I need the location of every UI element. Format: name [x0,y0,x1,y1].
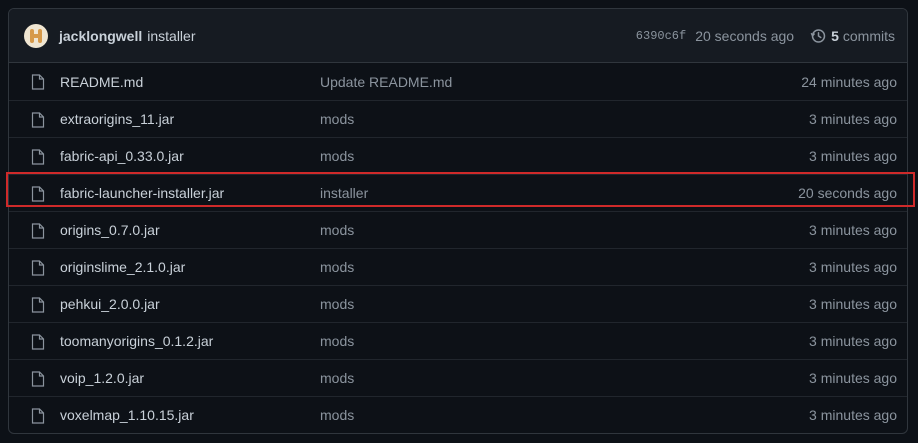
file-row[interactable]: toomanyorigins_0.1.2.jar mods 3 minutes … [9,322,907,359]
commits-link[interactable]: 5 commits [810,28,895,44]
file-row[interactable]: voxelmap_1.10.15.jar mods 3 minutes ago [9,396,907,433]
file-commit-age: 3 minutes ago [809,296,897,312]
latest-commit-bar: jacklongwell installer 6390c6f 20 second… [9,9,907,63]
file-row[interactable]: origins_0.7.0.jar mods 3 minutes ago [9,211,907,248]
file-name-link[interactable]: fabric-api_0.33.0.jar [60,148,184,164]
file-commit-message-link[interactable]: mods [320,148,354,164]
file-icon [31,260,45,276]
file-name-link[interactable]: extraorigins_11.jar [60,111,174,127]
file-commit-message-link[interactable]: mods [320,111,354,127]
file-name-link[interactable]: voip_1.2.0.jar [60,370,144,386]
file-row[interactable]: pehkui_2.0.0.jar mods 3 minutes ago [9,285,907,322]
commit-sha-link[interactable]: 6390c6f [636,29,686,43]
file-browser: jacklongwell installer 6390c6f 20 second… [8,8,908,434]
file-icon [31,74,45,90]
file-icon [31,334,45,350]
file-name-link[interactable]: toomanyorigins_0.1.2.jar [60,333,213,349]
file-commit-message-link[interactable]: mods [320,333,354,349]
file-row[interactable]: fabric-api_0.33.0.jar mods 3 minutes ago [9,137,907,174]
file-name-link[interactable]: README.md [60,74,143,90]
file-icon [31,149,45,165]
file-commit-message-link[interactable]: mods [320,222,354,238]
file-commit-age: 3 minutes ago [809,333,897,349]
commit-count: 5 [831,27,839,44]
file-row[interactable]: README.md Update README.md 24 minutes ag… [9,63,907,100]
file-commit-age: 24 minutes ago [801,73,897,90]
file-commit-age: 3 minutes ago [809,370,897,386]
file-icon [31,112,45,128]
file-name-link[interactable]: fabric-launcher-installer.jar [60,185,224,201]
file-icon [31,223,45,239]
file-commit-message-link[interactable]: mods [320,296,354,312]
file-icon [31,297,45,313]
history-icon [810,28,826,43]
file-commit-age: 3 minutes ago [809,111,897,127]
file-row[interactable]: originslime_2.1.0.jar mods 3 minutes ago [9,248,907,285]
file-list: README.md Update README.md 24 minutes ag… [9,63,907,433]
file-commit-age: 3 minutes ago [809,407,897,423]
file-icon [31,371,45,387]
commit-author-link[interactable]: jacklongwell [59,28,142,44]
commit-message-link[interactable]: installer [147,28,195,44]
file-commit-message-link[interactable]: installer [320,185,368,201]
file-icon [31,186,45,202]
avatar[interactable] [24,23,48,48]
file-commit-age: 20 seconds ago [798,185,897,201]
file-commit-message-link[interactable]: mods [320,259,354,275]
file-row-highlighted[interactable]: fabric-launcher-installer.jar installer … [9,174,907,211]
file-commit-message-link[interactable]: Update README.md [320,74,452,90]
file-commit-message-link[interactable]: mods [320,407,354,423]
commit-time: 20 seconds ago [695,27,795,44]
file-commit-age: 3 minutes ago [809,148,897,164]
file-row[interactable]: extraorigins_11.jar mods 3 minutes ago [9,100,907,137]
file-name-link[interactable]: originslime_2.1.0.jar [60,259,185,275]
file-icon [31,408,45,424]
file-name-link[interactable]: voxelmap_1.10.15.jar [60,407,194,423]
file-commit-age: 3 minutes ago [809,259,897,275]
file-commit-message-link[interactable]: mods [320,370,354,386]
file-row[interactable]: voip_1.2.0.jar mods 3 minutes ago [9,359,907,396]
file-commit-age: 3 minutes ago [809,222,897,238]
file-name-link[interactable]: origins_0.7.0.jar [60,222,160,238]
commits-label: commits [842,27,895,44]
file-name-link[interactable]: pehkui_2.0.0.jar [60,296,160,312]
